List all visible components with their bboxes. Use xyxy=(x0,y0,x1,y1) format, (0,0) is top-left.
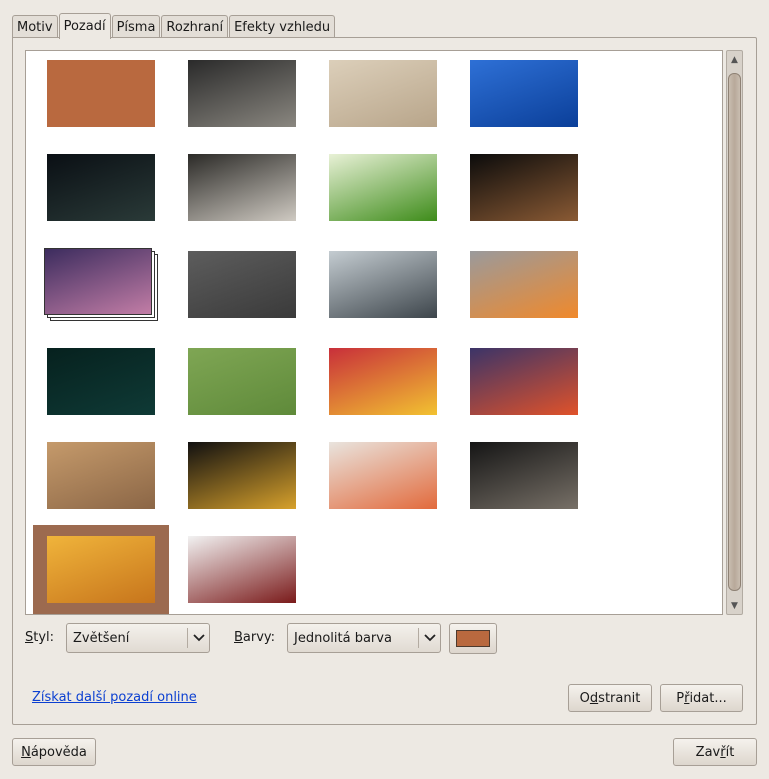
wallpaper-thumb-sunset-lake[interactable] xyxy=(470,348,578,415)
close-button[interactable]: Zav ř ít xyxy=(673,738,757,766)
get-more-backgrounds-link[interactable]: Získat další pozadí online xyxy=(32,690,197,705)
wallpaper-thumb-rock-climber-sky[interactable] xyxy=(470,60,578,127)
tab-pisma[interactable]: Písma xyxy=(111,15,161,38)
tab-pozadi[interactable]: Pozadí xyxy=(58,13,111,39)
tab-motiv[interactable]: Motiv xyxy=(12,15,58,38)
wallpaper-thumb-water-lily[interactable] xyxy=(47,154,155,221)
wallpaper-thumb-solid-color[interactable] xyxy=(47,60,155,127)
wallpaper-thumb-red-primrose[interactable] xyxy=(329,348,437,415)
tab-label: Rozhraní xyxy=(166,19,224,35)
wallpaper-thumb-paint-brushes[interactable] xyxy=(329,442,437,509)
style-combo[interactable]: Zvětšení xyxy=(66,623,210,653)
style-value: Zvětšení xyxy=(73,630,130,646)
wallpaper-thumb-dark-clouds-sea[interactable] xyxy=(188,60,296,127)
wallpaper-thumb-sand-dunes[interactable] xyxy=(47,442,155,509)
tab-efekty-vzhledu[interactable]: Efekty vzhledu xyxy=(229,15,336,38)
wallpaper-thumb-orange-flower[interactable] xyxy=(470,251,578,318)
help-button[interactable]: Nápověda xyxy=(12,738,96,766)
tab-label: Efekty vzhledu xyxy=(234,19,331,35)
wallpaper-thumb-dark-sunset-clouds[interactable] xyxy=(188,442,296,509)
tab-label: Motiv xyxy=(17,19,53,35)
add-button[interactable]: Př idat... xyxy=(660,684,743,712)
scroll-thumb[interactable] xyxy=(728,73,741,591)
wallpaper-thumb-moonlight-water[interactable] xyxy=(47,348,155,415)
wallpaper-thumb-green-grass[interactable] xyxy=(329,154,437,221)
tab-rozhrani[interactable]: Rozhraní xyxy=(161,15,229,38)
color-picker-button[interactable] xyxy=(449,623,497,654)
color-swatch xyxy=(456,630,490,647)
chevron-down-icon xyxy=(189,624,209,652)
wallpaper-thumb-golden-haze[interactable] xyxy=(47,536,155,603)
colors-value: Jednolitá barva xyxy=(294,630,392,646)
tab-bar: Motiv Pozadí Písma Rozhraní Efekty vzhle… xyxy=(12,12,336,39)
remove-button[interactable]: Od stranit xyxy=(568,684,652,712)
tab-label: Pozadí xyxy=(63,18,106,34)
scroll-up-icon[interactable]: ▲ xyxy=(727,52,742,67)
gallery-scrollbar[interactable]: ▲ ▼ xyxy=(726,50,743,615)
wallpaper-thumb-splashing-drops[interactable] xyxy=(470,442,578,509)
wallpaper-thumb-orion-nebula-stack[interactable] xyxy=(44,248,152,315)
wallpaper-gallery[interactable] xyxy=(25,50,723,615)
colors-label: Barvy: xyxy=(234,630,276,645)
wallpaper-thumb-white-orchid[interactable] xyxy=(188,536,296,603)
scroll-down-icon[interactable]: ▼ xyxy=(727,598,742,613)
tab-label: Písma xyxy=(116,19,156,35)
wallpaper-thumb-green-leaf[interactable] xyxy=(188,348,296,415)
style-label: Styl: xyxy=(25,630,55,645)
wallpaper-thumb-cherries-on-crate[interactable] xyxy=(470,154,578,221)
wallpaper-thumb-foggy-pier[interactable] xyxy=(329,251,437,318)
wallpaper-thumb-butterfly-flowers[interactable] xyxy=(329,60,437,127)
chevron-down-icon xyxy=(420,624,440,652)
wallpaper-thumb-cobblestone-shoes[interactable] xyxy=(188,251,296,318)
colors-combo[interactable]: Jednolitá barva xyxy=(287,623,441,653)
wallpaper-thumb-hands-holding-frog[interactable] xyxy=(188,154,296,221)
